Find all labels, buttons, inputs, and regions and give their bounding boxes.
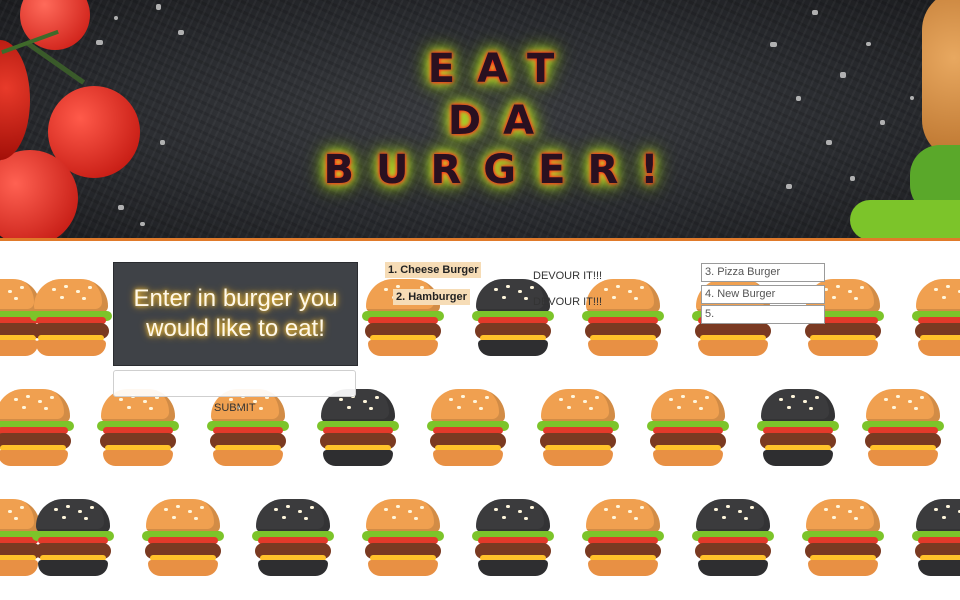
uneaten-item: 2. Hamburger — [393, 289, 470, 305]
burger-pattern-icon — [755, 389, 841, 471]
uneaten-item: 1. Cheese Burger — [385, 262, 482, 278]
burger-pattern-icon — [910, 279, 960, 361]
devour-button[interactable]: DEVOUR IT!!! — [533, 270, 602, 282]
burger-pattern-icon — [860, 389, 946, 471]
burger-pattern-icon — [250, 499, 336, 581]
submit-button[interactable]: SUBMIT — [214, 402, 256, 414]
prompt-text: Enter in burger you would like to eat! — [133, 285, 338, 342]
salt-speck — [156, 4, 161, 10]
burger-pattern-icon — [0, 389, 76, 471]
burger-pattern-icon — [580, 279, 666, 361]
burger-pattern-icon — [910, 499, 960, 581]
devoured-item: 3. Pizza Burger — [701, 263, 825, 282]
burger-pattern-icon — [470, 499, 556, 581]
devoured-item: 4. New Burger — [701, 285, 825, 304]
burger-pattern-icon — [140, 499, 226, 581]
title-line-3: BURGER! — [323, 147, 681, 193]
burger-pattern-icon — [800, 499, 886, 581]
salt-speck — [114, 16, 118, 20]
burger-pattern-icon — [315, 389, 401, 471]
burger-pattern-icon — [30, 499, 116, 581]
title-line-2: DA — [447, 98, 557, 144]
salt-speck — [812, 10, 818, 15]
burger-pattern-icon — [28, 279, 114, 361]
prompt-card: Enter in burger you would like to eat! — [113, 262, 358, 366]
salt-speck — [96, 40, 103, 45]
burger-pattern-icon — [425, 389, 511, 471]
header-banner: EAT DA BURGER! — [0, 0, 960, 241]
burger-name-input[interactable] — [113, 370, 356, 397]
salt-speck — [118, 205, 124, 210]
burger-pattern-icon — [645, 389, 731, 471]
burger-pattern-icon — [535, 389, 621, 471]
burger-pattern-icon — [580, 499, 666, 581]
salt-speck — [178, 30, 184, 35]
devour-button[interactable]: DEVOUR IT!!! — [533, 296, 602, 308]
burger-pattern-icon — [360, 499, 446, 581]
salt-speck — [140, 222, 145, 226]
devoured-item: 5. — [701, 305, 825, 324]
burger-pattern-icon — [95, 389, 181, 471]
burger-pattern-icon — [690, 499, 776, 581]
burger-pattern-icon — [470, 279, 556, 361]
title-line-1: EAT — [427, 46, 577, 92]
